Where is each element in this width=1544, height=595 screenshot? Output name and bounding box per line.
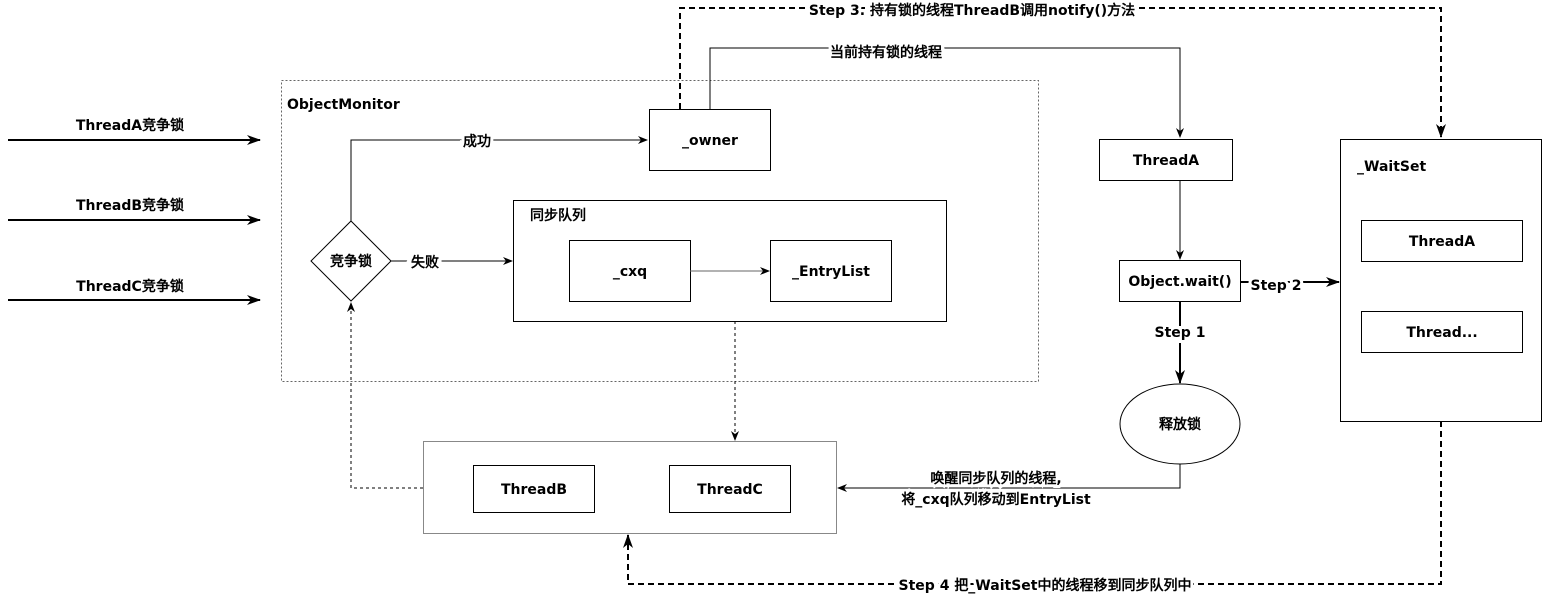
waiting-thread-label: ThreadC	[697, 482, 763, 498]
waiting-thread-label: ThreadB	[501, 482, 567, 498]
diagram-canvas: ThreadA竞争锁 ThreadB竞争锁 ThreadC竞争锁 ObjectM…	[8, 0, 1542, 595]
object-monitor-title: ObjectMonitor	[287, 97, 400, 113]
step1-label: Step 1	[1155, 325, 1206, 341]
thread-c-label: ThreadC竞争锁	[76, 278, 184, 295]
step3-edge	[679, 7, 1446, 138]
cxq-label: _cxq	[613, 264, 647, 280]
waitset-item-label: ThreadA	[1409, 234, 1475, 250]
step2-label: Step 2	[1251, 278, 1302, 294]
success-label: 成功	[463, 133, 491, 150]
thread-a-box-label: ThreadA	[1133, 153, 1199, 169]
sync-queue-title: 同步队列	[530, 207, 586, 224]
owner-label: _owner	[682, 133, 738, 149]
object-wait-label: Object.wait()	[1128, 274, 1231, 290]
wake-label-line2: 将_cxq队列移动到EntryList	[901, 491, 1091, 508]
thread-a-label: ThreadA竞争锁	[76, 117, 184, 134]
step3-label: Step 3. 持有锁的线程ThreadB调用notify()方法	[809, 2, 1135, 19]
waiting-to-compete-edge	[347, 302, 423, 489]
entry-list-label: _EntryList	[792, 264, 870, 280]
waitset-item-label: Thread...	[1406, 325, 1477, 341]
thread-b-label: ThreadB竞争锁	[76, 197, 184, 214]
waitset-box	[1340, 139, 1542, 422]
wake-label-line1: 唤醒同步队列的线程,	[930, 470, 1061, 487]
owner-to-threada-edge	[709, 47, 1184, 138]
current-owner-label: 当前持有锁的线程	[830, 44, 942, 61]
step4-label: Step 4 把_WaitSet中的线程移到同步队列中	[899, 577, 1192, 594]
waitset-title: _WaitSet	[1357, 159, 1426, 175]
failure-label: 失败	[411, 254, 440, 271]
release-lock-label: 释放锁	[1159, 416, 1201, 433]
compete-lock-label: 竞争锁	[330, 253, 372, 270]
